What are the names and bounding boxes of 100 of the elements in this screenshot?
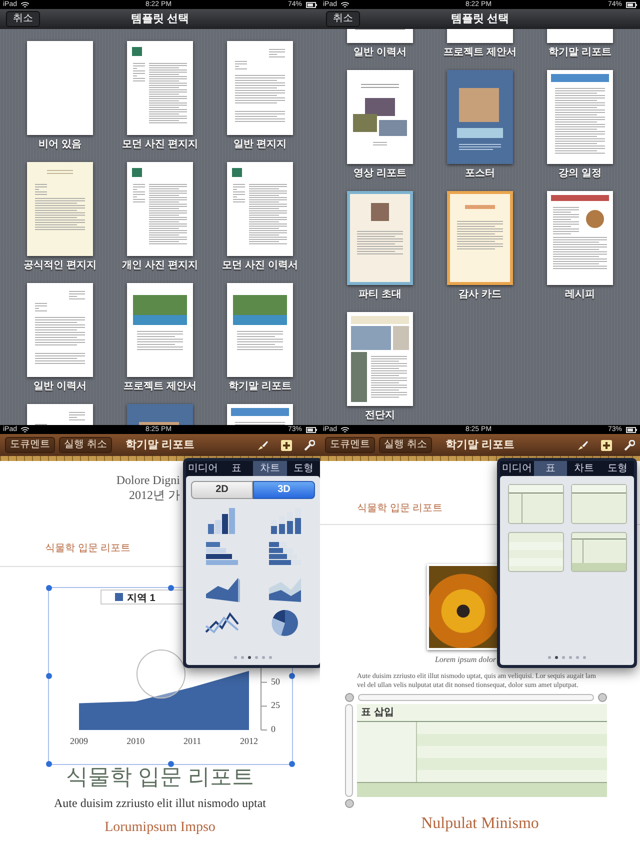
- documents-button[interactable]: 도큐멘트: [5, 437, 55, 453]
- template-label: 프로젝트 제안서: [444, 47, 516, 59]
- header-note: 식물학 입문 리포트: [357, 502, 444, 516]
- selection-handle[interactable]: [46, 673, 52, 679]
- author-name: Lorumipsum Impso: [104, 819, 216, 837]
- undo-button[interactable]: 실행 취소: [59, 437, 112, 453]
- screen-title: 템플릿 선택: [450, 12, 510, 27]
- selection-handle[interactable]: [46, 761, 52, 767]
- axis-label: 2011: [184, 736, 202, 746]
- table-title: 표 삽입: [357, 704, 607, 722]
- template-thumbnail[interactable]: [347, 191, 413, 285]
- page-dot[interactable]: [234, 656, 237, 659]
- template-label: 모던 사진 편지지: [122, 139, 198, 151]
- y-axis: [260, 668, 268, 730]
- template-thumbnail[interactable]: [27, 162, 93, 256]
- template-thumbnail[interactable]: [347, 312, 413, 406]
- template-label: 프로젝트 제안서: [124, 381, 196, 393]
- template-thumbnail[interactable]: [447, 70, 513, 164]
- template-thumbnail[interactable]: [447, 191, 513, 285]
- selection-handle[interactable]: [289, 761, 295, 767]
- template-thumbnail[interactable]: [27, 283, 93, 377]
- template-thumbnail[interactable]: [127, 41, 193, 135]
- segment-button[interactable]: 2D: [191, 481, 253, 499]
- page-dot[interactable]: [548, 656, 551, 659]
- cancel-button[interactable]: 취소: [326, 11, 360, 27]
- template-label: 일반 이력서: [354, 47, 406, 59]
- popover-tab[interactable]: 도형: [600, 461, 634, 476]
- document-title: 식물학 입문 리포트: [64, 765, 256, 789]
- wifi-icon: [341, 2, 350, 8]
- rotate-icon[interactable]: [136, 650, 186, 698]
- add-icon[interactable]: [601, 440, 612, 450]
- template-thumbnail[interactable]: [227, 162, 293, 256]
- popover-tab[interactable]: 표: [220, 461, 253, 476]
- corner-handle[interactable]: [345, 799, 354, 808]
- page-dot[interactable]: [583, 656, 586, 659]
- selection-handle[interactable]: [168, 761, 174, 767]
- axis-label: 0: [271, 724, 276, 734]
- table-style-thumbnail[interactable]: [508, 532, 564, 572]
- heading-line: 2012년 가: [128, 488, 180, 503]
- template-label: 전단지: [365, 410, 395, 422]
- template-thumbnail[interactable]: [347, 70, 413, 164]
- popover-tab[interactable]: 표: [534, 461, 567, 476]
- popover-tab[interactable]: 미디어: [500, 461, 534, 476]
- legend-label: 지역 1: [127, 593, 156, 604]
- template-thumbnail[interactable]: [227, 283, 293, 377]
- popover-tab[interactable]: 차트: [253, 461, 286, 476]
- page-dot[interactable]: [576, 656, 579, 659]
- page-dot[interactable]: [248, 656, 251, 659]
- column-header-strip[interactable]: [358, 694, 594, 701]
- axis-label: 50: [271, 676, 280, 686]
- undo-button[interactable]: 실행 취소: [379, 437, 432, 453]
- section-heading: Nulpulat Minismo: [420, 814, 540, 834]
- template-thumbnail[interactable]: [547, 70, 613, 164]
- popover-tab[interactable]: 차트: [567, 461, 600, 476]
- add-icon[interactable]: [281, 440, 292, 450]
- template-thumbnail[interactable]: [227, 41, 293, 135]
- template-thumbnail[interactable]: [127, 283, 193, 377]
- brush-icon[interactable]: [577, 440, 589, 450]
- selection-handle[interactable]: [46, 585, 52, 591]
- selection-handle[interactable]: [289, 673, 295, 679]
- page-dot[interactable]: [562, 656, 565, 659]
- template-label: 포스터: [465, 168, 495, 180]
- cancel-button[interactable]: 취소: [6, 11, 40, 27]
- template-label: 감사 카드: [458, 289, 502, 301]
- wrench-icon[interactable]: [624, 440, 635, 450]
- template-label: 학기말 리포트: [228, 381, 292, 393]
- table-style-thumbnail[interactable]: [570, 484, 626, 524]
- battery-icon: [306, 426, 317, 432]
- header-note: 식물학 입문 리포트: [45, 542, 132, 556]
- template-thumbnail[interactable]: [547, 191, 613, 285]
- popover-tab[interactable]: 미디어: [186, 461, 220, 476]
- template-label: 파티 초대: [358, 289, 402, 301]
- brush-icon[interactable]: [257, 440, 269, 450]
- template-label: 모던 사진 이력서: [222, 260, 298, 272]
- template-label: 일반 이력서: [34, 381, 86, 393]
- row-handle[interactable]: [345, 693, 354, 702]
- template-label: 개인 사진 편지지: [122, 260, 198, 272]
- wifi-icon: [341, 426, 350, 432]
- page-dot[interactable]: [569, 656, 572, 659]
- template-label: 강의 일정: [558, 168, 602, 180]
- documents-button[interactable]: 도큐멘트: [325, 437, 375, 453]
- document-title: 학기말 리포트: [125, 438, 195, 453]
- wrench-icon[interactable]: [304, 440, 315, 450]
- selection-handle[interactable]: [168, 585, 174, 591]
- template-thumbnail[interactable]: [27, 41, 93, 135]
- axis-label: 2010: [126, 736, 145, 746]
- row-header-strip[interactable]: [345, 704, 353, 797]
- column-handle[interactable]: [598, 693, 607, 702]
- page-dot[interactable]: [262, 656, 265, 659]
- axis-label: 2012: [240, 736, 258, 746]
- template-label: 학기말 리포트: [548, 47, 612, 59]
- template-label: 일반 편지지: [234, 139, 286, 151]
- table-style-thumbnail[interactable]: [508, 484, 564, 524]
- page-dot[interactable]: [555, 656, 558, 659]
- popover-tab[interactable]: 도형: [286, 461, 320, 476]
- page-dot[interactable]: [255, 656, 258, 659]
- table-style-thumbnail[interactable]: [570, 532, 626, 572]
- template-thumbnail[interactable]: [127, 162, 193, 256]
- page-dot[interactable]: [241, 656, 244, 659]
- page-dot[interactable]: [269, 656, 272, 659]
